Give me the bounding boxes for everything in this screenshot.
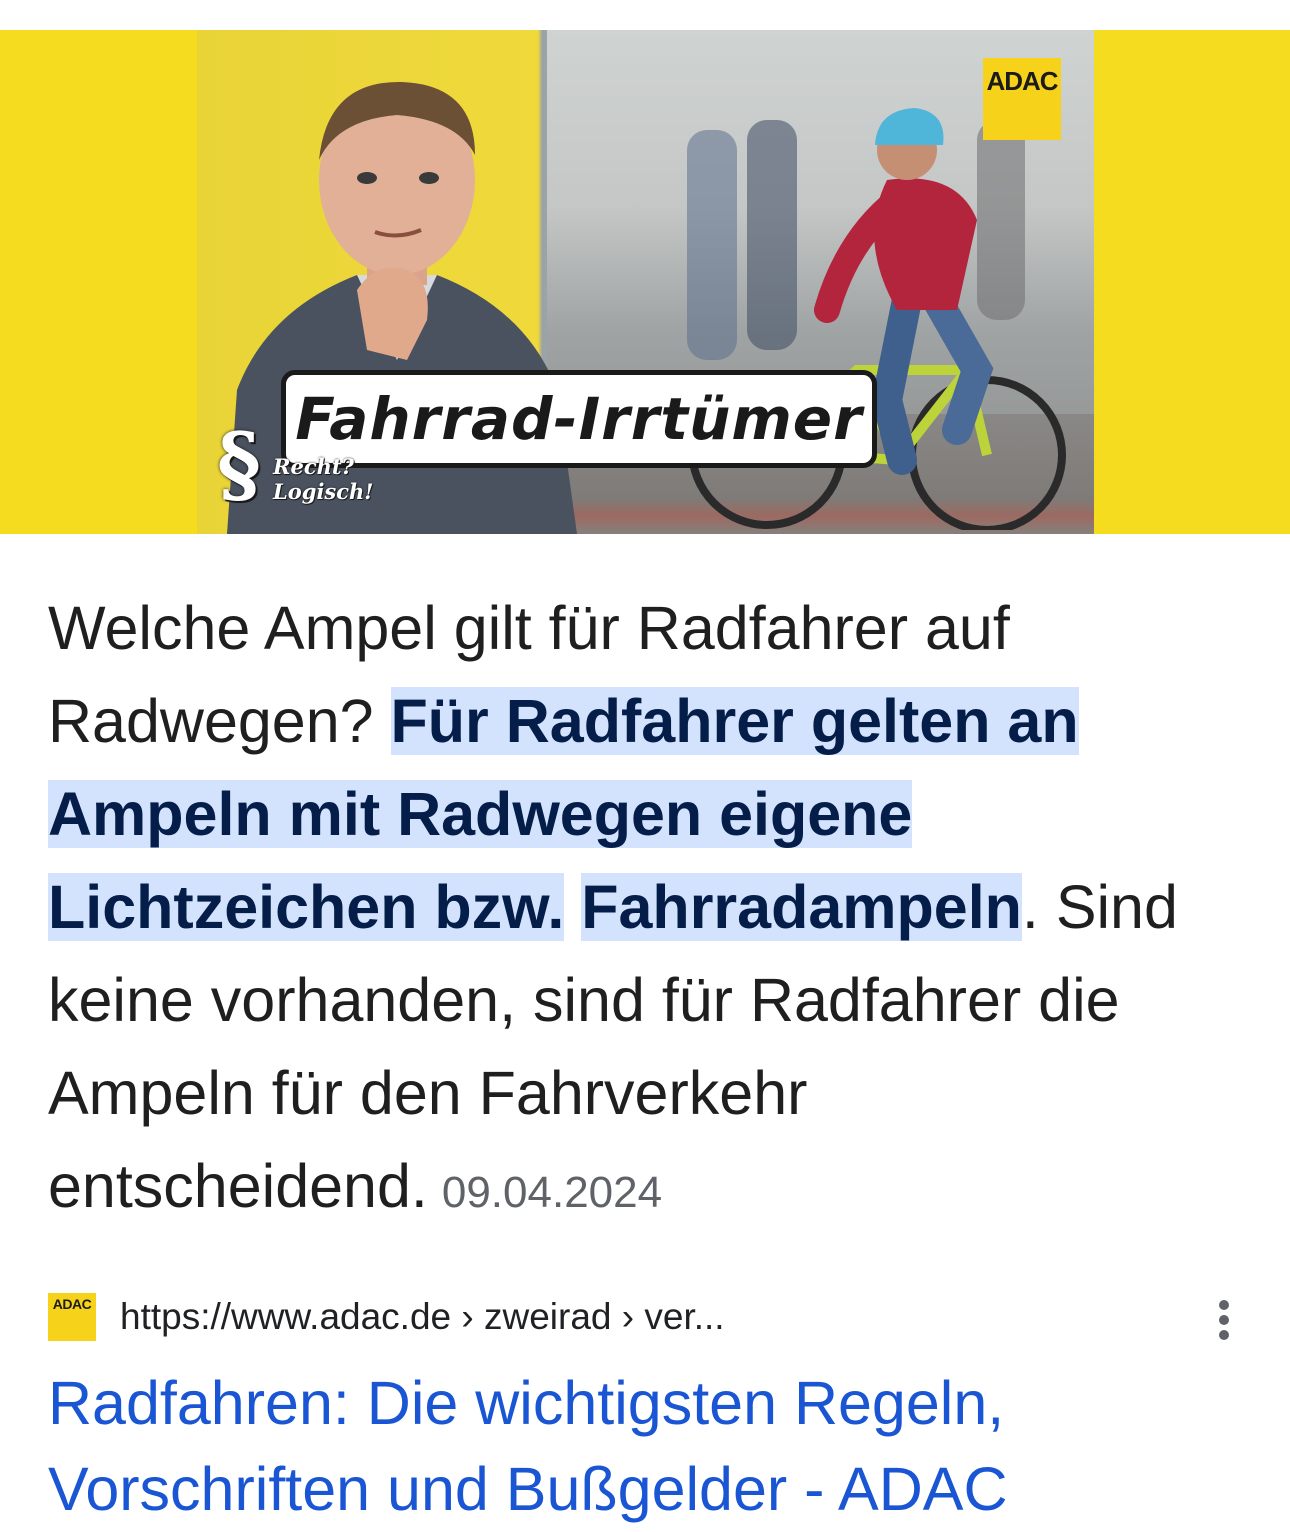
- section-symbol-icon: §: [217, 414, 261, 513]
- result-source[interactable]: ADAC https://www.adac.de › zweirad › ver…: [48, 1292, 1248, 1342]
- more-dot: [1219, 1300, 1229, 1310]
- snippet-date: 09.04.2024: [441, 1168, 663, 1217]
- source-url[interactable]: https://www.adac.de › zweirad › ver...: [120, 1296, 725, 1338]
- more-vert-icon[interactable]: [1206, 1298, 1242, 1342]
- more-dot: [1219, 1315, 1229, 1325]
- adac-logo-badge: ADAC: [983, 58, 1061, 140]
- hero-photo: ADAC Fahrrad-Irrtümer § Recht? Logisch!: [197, 30, 1094, 534]
- snippet-highlight-term: Fahrradampeln: [581, 873, 1022, 941]
- logisch-label: Logisch!: [273, 479, 374, 504]
- recht-label: Recht?: [273, 454, 354, 479]
- adac-favicon-icon: ADAC: [48, 1293, 96, 1341]
- more-dot: [1219, 1330, 1229, 1340]
- featured-image[interactable]: ADAC Fahrrad-Irrtümer § Recht? Logisch!: [0, 30, 1290, 534]
- featured-snippet-text: Welche Ampel gilt für Radfahrer auf Radw…: [48, 582, 1188, 1239]
- result-title-link[interactable]: Radfahren: Die wichtigsten Regeln, Vorsc…: [48, 1360, 1228, 1532]
- recht-logisch-label: Recht? Logisch!: [273, 454, 374, 504]
